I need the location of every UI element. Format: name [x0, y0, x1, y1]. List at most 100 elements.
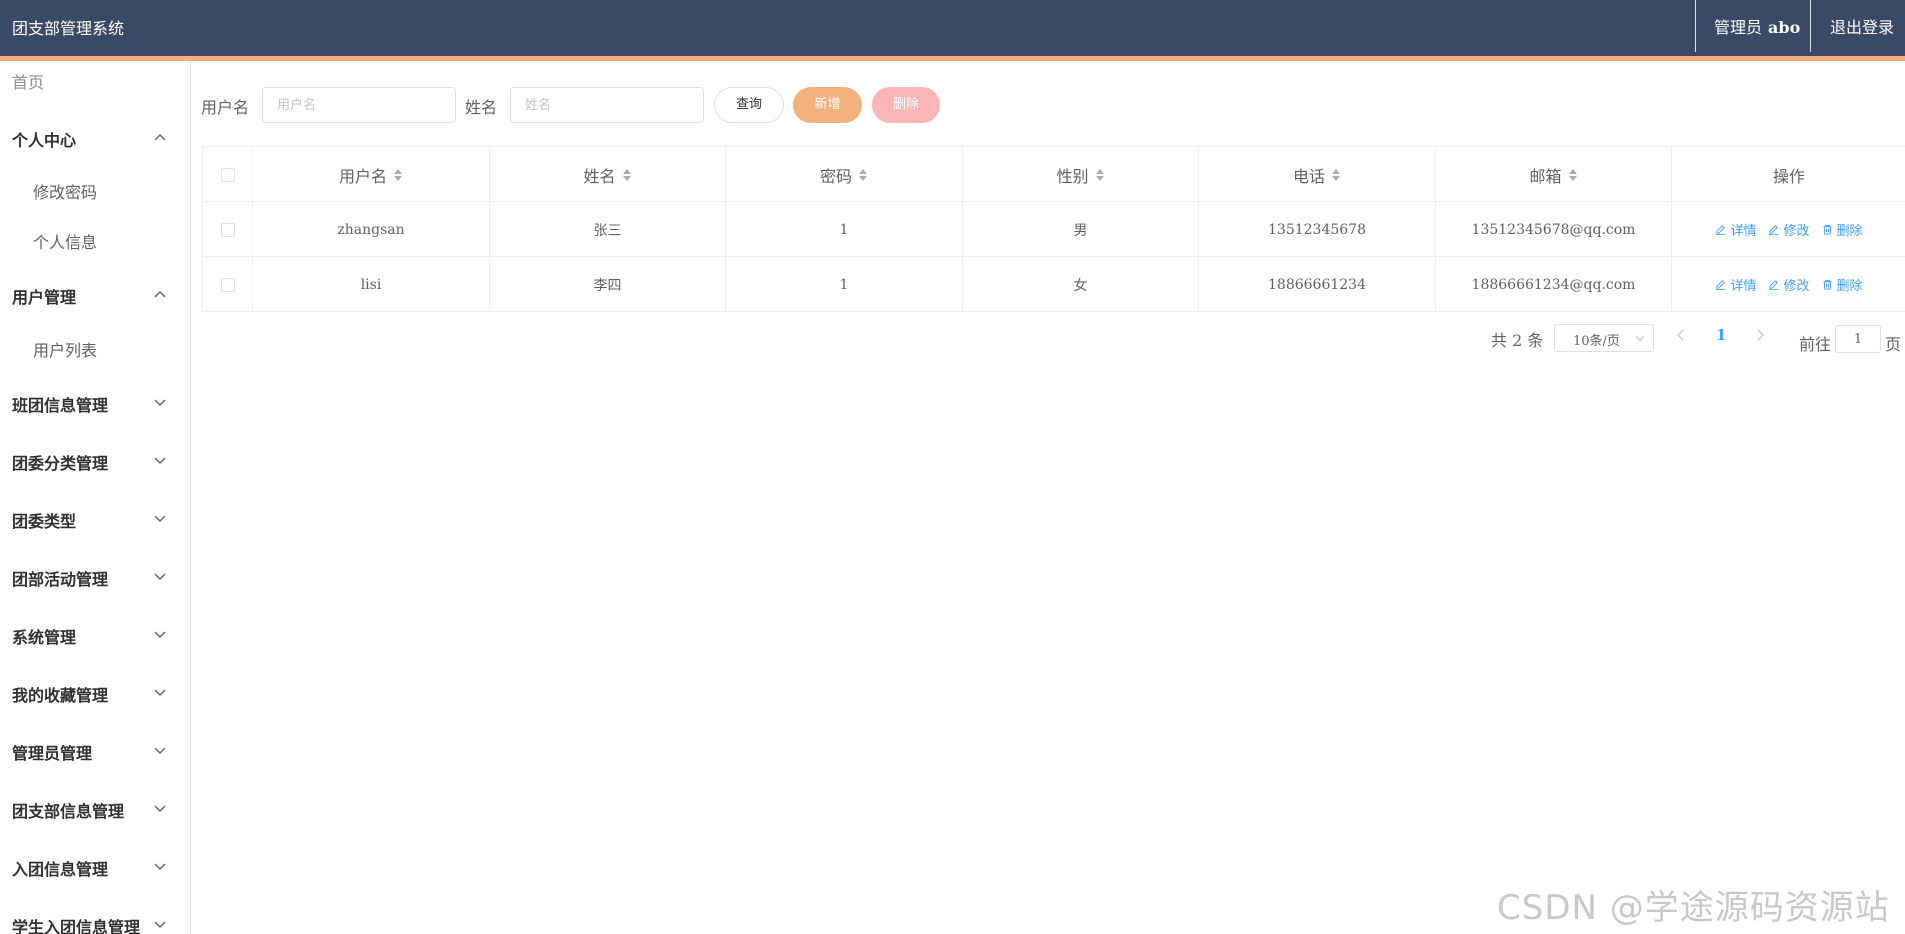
chevron-down-icon — [154, 921, 166, 928]
add-button[interactable]: 新增 — [793, 87, 862, 123]
sidebar-menu-label: 入团信息管理 — [12, 860, 109, 879]
sidebar-item-personal-info[interactable]: 个人信息 — [0, 221, 190, 257]
cell-password: 1 — [726, 257, 963, 312]
sidebar-menu-label: 我的收藏管理 — [12, 686, 109, 705]
cell-gender: 男 — [963, 202, 1199, 257]
edit-button[interactable]: 修改 — [1768, 275, 1810, 294]
chevron-right-icon[interactable] — [1755, 329, 1765, 341]
sidebar-item-label: 修改密码 — [33, 183, 98, 202]
sort-icon[interactable] — [858, 168, 868, 182]
sidebar-menu-system-management[interactable]: 系统管理 — [0, 615, 190, 655]
edit-button[interactable]: 修改 — [1768, 220, 1810, 239]
sidebar-menu-favorites-management[interactable]: 我的收藏管理 — [0, 673, 190, 713]
sidebar-menu-activity-management[interactable]: 团部活动管理 — [0, 557, 190, 597]
sidebar-menu-label: 用户管理 — [12, 288, 77, 307]
column-header-username[interactable]: 用户名 — [253, 147, 490, 202]
delete-button[interactable]: 删除 — [1822, 275, 1863, 294]
sort-icon[interactable] — [622, 168, 632, 182]
sidebar-menu-label: 团委类型 — [12, 512, 77, 531]
cell-email: 13512345678@qq.com — [1436, 202, 1672, 257]
select-all-checkbox[interactable] — [220, 167, 235, 182]
chevron-left-icon[interactable] — [1676, 329, 1686, 341]
sidebar-menu-league-join-info[interactable]: 入团信息管理 — [0, 847, 190, 887]
page-size-value: 10条/页 — [1573, 334, 1620, 349]
sort-icon[interactable] — [393, 168, 403, 182]
sidebar-menu-user-management[interactable]: 用户管理 — [0, 275, 190, 315]
chevron-down-icon — [154, 515, 166, 522]
edit-icon — [1716, 280, 1726, 290]
sidebar-menu-label: 系统管理 — [12, 628, 77, 647]
sidebar-menu-label: 管理员管理 — [12, 744, 93, 763]
page-number-current[interactable]: 1 — [1716, 326, 1726, 344]
query-button[interactable]: 查询 — [714, 87, 784, 123]
sidebar-menu-branch-info[interactable]: 团支部信息管理 — [0, 789, 190, 829]
header-divider — [1695, 0, 1696, 52]
admin-user: 管理员 abo — [1714, 14, 1800, 38]
sidebar: 首页 个人中心 修改密码 个人信息 用户管理 用户列表 班团信息管理 团委分类管… — [0, 61, 191, 934]
sidebar-item-home[interactable]: 首页 — [12, 69, 44, 93]
pagination-total: 共 2 条 — [1491, 331, 1544, 350]
page-size-select[interactable]: 10条/页 — [1554, 324, 1654, 352]
cell-password: 1 — [726, 202, 963, 257]
sort-icon[interactable] — [1331, 168, 1341, 182]
column-header-name[interactable]: 姓名 — [490, 147, 726, 202]
username-label: 用户名 — [201, 98, 250, 117]
chevron-down-icon — [154, 457, 166, 464]
table-row: zhangsan 张三 1 男 13512345678 13512345678@… — [203, 202, 1905, 257]
sidebar-item-user-list[interactable]: 用户列表 — [0, 329, 190, 365]
chevron-down-icon — [154, 631, 166, 638]
sidebar-menu-label: 团委分类管理 — [12, 454, 109, 473]
chevron-down-icon — [154, 399, 166, 406]
top-header: 团支部管理系统 管理员 abo 退出登录 — [0, 0, 1905, 56]
chevron-down-icon — [154, 689, 166, 696]
goto-page-input[interactable] — [1835, 325, 1881, 353]
header-divider — [1810, 0, 1811, 52]
sidebar-item-label: 个人信息 — [33, 233, 98, 252]
header-accent-bar — [0, 56, 1905, 61]
admin-role: 管理员 — [1714, 18, 1763, 37]
table-header-row: 用户名 姓名 密码 性别 电话 邮箱 操作 — [203, 147, 1905, 202]
sidebar-menu-admin-management[interactable]: 管理员管理 — [0, 731, 190, 771]
sort-icon[interactable] — [1095, 168, 1105, 182]
batch-delete-button[interactable]: 删除 — [872, 87, 940, 123]
sidebar-menu-label: 团支部信息管理 — [12, 802, 125, 821]
chevron-up-icon — [154, 291, 166, 298]
sidebar-menu-label: 团部活动管理 — [12, 570, 109, 589]
app-title: 团支部管理系统 — [12, 19, 125, 38]
sidebar-menu-class-league-info[interactable]: 班团信息管理 — [0, 383, 190, 423]
detail-button[interactable]: 详情 — [1715, 220, 1756, 239]
sidebar-menu-committee-type[interactable]: 团委类型 — [0, 499, 190, 539]
chevron-down-icon — [154, 805, 166, 812]
sidebar-menu-label: 个人中心 — [12, 131, 77, 150]
sort-icon[interactable] — [1568, 168, 1578, 182]
detail-button[interactable]: 详情 — [1715, 275, 1756, 294]
edit-icon — [1769, 225, 1779, 235]
watermark-text: CSDN @学途源码资源站 — [1497, 888, 1890, 928]
sidebar-menu-student-join-info[interactable]: 学生入团信息管理 — [0, 905, 190, 934]
delete-button[interactable]: 删除 — [1822, 220, 1863, 239]
sidebar-menu-label: 班团信息管理 — [12, 396, 109, 415]
cell-phone: 13512345678 — [1199, 202, 1436, 257]
cell-actions: 详情 修改 删除 — [1672, 257, 1905, 312]
sidebar-item-label: 用户列表 — [33, 341, 98, 360]
column-header-actions: 操作 — [1772, 166, 1805, 186]
cell-username: zhangsan — [253, 202, 490, 257]
edit-icon — [1716, 225, 1726, 235]
table-row: lisi 李四 1 女 18866661234 18866661234@qq.c… — [203, 257, 1905, 312]
row-checkbox[interactable] — [220, 222, 235, 237]
trash-icon — [1822, 279, 1832, 290]
edit-icon — [1769, 280, 1779, 290]
username-input[interactable] — [262, 87, 456, 123]
logout-button[interactable]: 退出登录 — [1830, 14, 1894, 38]
column-header-password[interactable]: 密码 — [726, 147, 963, 202]
column-header-email[interactable]: 邮箱 — [1436, 147, 1672, 202]
sidebar-menu-personal-center[interactable]: 个人中心 — [0, 118, 190, 158]
column-header-phone[interactable]: 电话 — [1199, 147, 1436, 202]
sidebar-menu-committee-category[interactable]: 团委分类管理 — [0, 441, 190, 481]
column-header-gender[interactable]: 性别 — [963, 147, 1199, 202]
name-input[interactable] — [510, 87, 704, 123]
user-table: 用户名 姓名 密码 性别 电话 邮箱 操作 zhangsan 张三 1 男 13… — [202, 146, 1905, 312]
cell-email: 18866661234@qq.com — [1436, 257, 1672, 312]
row-checkbox[interactable] — [220, 277, 235, 292]
sidebar-item-change-password[interactable]: 修改密码 — [0, 171, 190, 207]
